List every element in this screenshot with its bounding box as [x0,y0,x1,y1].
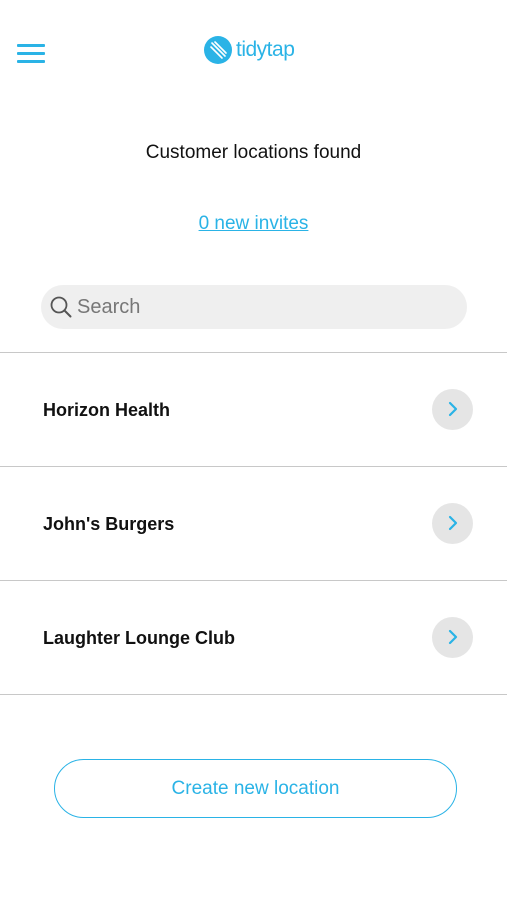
location-row[interactable]: Laughter Lounge Club [0,581,507,695]
search-bar[interactable] [41,285,467,329]
location-name: Laughter Lounge Club [43,628,235,648]
search-input[interactable] [77,285,457,329]
invites-container: 0 new invites [0,213,507,235]
location-row[interactable]: John's Burgers [0,467,507,581]
location-name: Horizon Health [43,400,171,420]
chevron-right-icon[interactable] [432,503,473,544]
location-list: Horizon Health John's Burgers Laughter L… [0,352,507,695]
logo-mark-icon [204,36,232,64]
logo-text: tidytap [236,38,295,61]
chevron-right-icon[interactable] [432,617,473,658]
new-invites-link[interactable]: 0 new invites [199,213,309,234]
create-new-location-button[interactable]: Create new location [54,759,457,818]
location-name: John's Burgers [43,514,175,534]
location-row[interactable]: Horizon Health [0,353,507,467]
header: tidytap [0,0,507,100]
search-icon [50,296,72,318]
tidytap-logo: tidytap [203,32,295,68]
hamburger-menu-icon[interactable] [15,38,47,68]
page-title: Customer locations found [145,142,362,163]
chevron-right-icon[interactable] [432,389,473,430]
